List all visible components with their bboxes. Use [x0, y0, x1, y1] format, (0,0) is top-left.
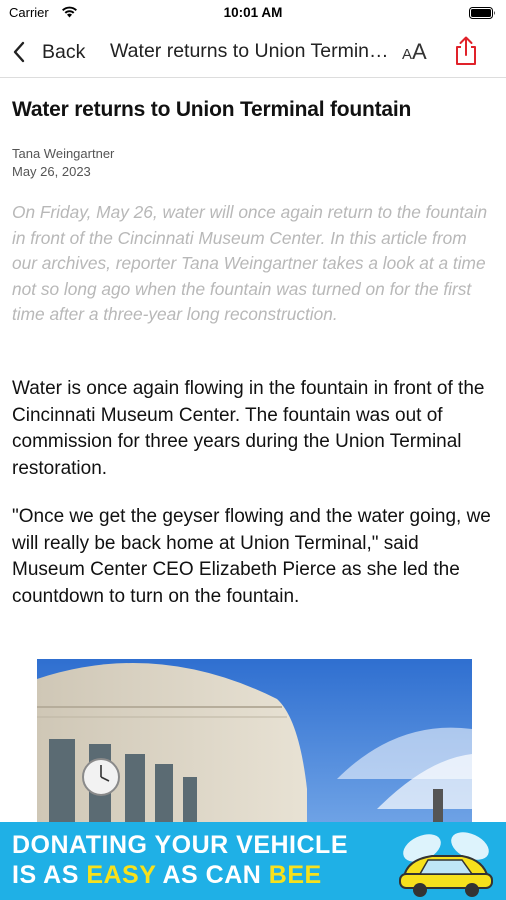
article-intro: On Friday, May 26, water will once again…	[12, 202, 488, 324]
share-icon[interactable]	[452, 35, 480, 67]
text-size-small-icon: A	[402, 46, 413, 63]
ad-highlight: EASY	[86, 861, 156, 889]
text-size-large-icon: A	[412, 39, 427, 64]
battery-icon	[469, 7, 495, 19]
article-date: May 26, 2023	[12, 164, 91, 179]
back-button[interactable]: Back	[12, 38, 85, 66]
status-time: 10:01 AM	[223, 5, 283, 20]
article-paragraph: "Once we get the geyser flowing and the …	[12, 506, 491, 607]
article-paragraph: Water is once again flowing in the fount…	[12, 378, 485, 479]
ad-headline-line2: IS AS EASY AS CAN BEE	[12, 861, 322, 890]
bee-car-icon	[399, 832, 493, 897]
back-label: Back	[42, 40, 86, 63]
ad-headline-line1: DONATING YOUR VEHICLE	[12, 831, 348, 859]
ad-text: AS CAN	[155, 861, 269, 889]
ad-text: IS AS	[12, 861, 87, 889]
ad-banner[interactable]: DONATING YOUR VEHICLE IS AS EASY AS CAN …	[0, 822, 506, 900]
article-author: Tana Weingartner	[12, 146, 115, 161]
nav-title: Water returns to Union Terminal fountain	[110, 40, 392, 62]
ad-highlight: BEE	[268, 861, 322, 889]
union-terminal-photo[interactable]	[37, 659, 472, 825]
article-headline: Water returns to Union Terminal fountain	[12, 98, 412, 121]
status-bar: Carrier 10:01 AM	[0, 0, 506, 26]
chevron-left-icon	[13, 41, 25, 63]
text-size-button[interactable]: A A	[402, 39, 432, 65]
navigation-bar: Back Water returns to Union Terminal fou…	[0, 26, 506, 78]
